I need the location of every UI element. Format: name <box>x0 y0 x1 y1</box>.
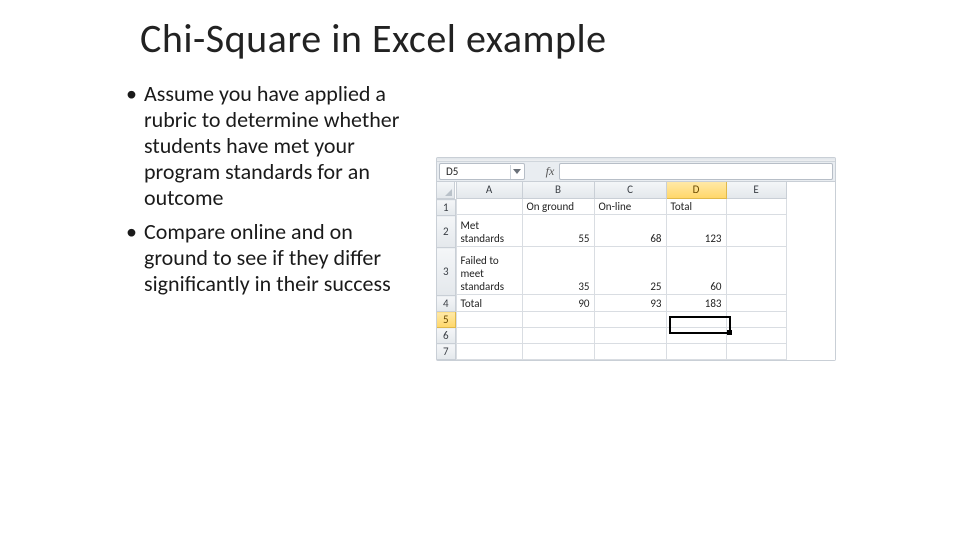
grid-wrap: 1 2 3 4 5 6 7 A <box>437 182 835 360</box>
table-row: Failed to meet standards 35 25 60 <box>456 247 786 295</box>
body-row: Assume you have applied a rubric to dete… <box>120 81 840 361</box>
cell[interactable] <box>726 214 786 246</box>
cell[interactable]: 35 <box>522 247 594 295</box>
name-box-dropdown-icon[interactable] <box>510 165 522 179</box>
cell[interactable]: Total <box>456 295 522 311</box>
cell[interactable] <box>456 311 522 327</box>
cell[interactable]: 25 <box>594 247 666 295</box>
name-box[interactable]: D5 <box>439 163 525 180</box>
table-row <box>456 327 786 343</box>
cell[interactable] <box>666 327 726 343</box>
cell[interactable]: Failed to meet standards <box>456 247 522 295</box>
cell[interactable] <box>594 327 666 343</box>
table-row: Total 90 93 183 <box>456 295 786 311</box>
cell[interactable]: On-line <box>594 198 666 214</box>
table-row <box>456 311 786 327</box>
excel-screenshot: D5 fx 1 2 <box>436 157 836 361</box>
cell[interactable] <box>666 343 726 359</box>
cell[interactable]: Met standards <box>456 214 522 246</box>
bullet-item: Compare online and on ground to see if t… <box>126 219 420 297</box>
cell[interactable] <box>522 311 594 327</box>
bullet-item: Assume you have applied a rubric to dete… <box>126 81 420 211</box>
select-all-corner[interactable] <box>437 182 455 199</box>
cell[interactable]: 93 <box>594 295 666 311</box>
slide-title: Chi-Square in Excel example <box>140 14 840 63</box>
row-header[interactable]: 3 <box>437 248 455 296</box>
cell[interactable] <box>726 327 786 343</box>
column-header-row: A B C D E <box>456 182 786 198</box>
cell[interactable] <box>456 327 522 343</box>
cell[interactable] <box>726 247 786 295</box>
cell[interactable]: 183 <box>666 295 726 311</box>
slide: Chi-Square in Excel example Assume you h… <box>0 0 960 540</box>
row-header[interactable]: 4 <box>437 296 455 312</box>
cell[interactable]: On ground <box>522 198 594 214</box>
cell[interactable]: 55 <box>522 214 594 246</box>
cell[interactable] <box>522 343 594 359</box>
table-row: On ground On-line Total <box>456 198 786 214</box>
row-header[interactable]: 1 <box>437 200 455 216</box>
cell[interactable]: 123 <box>666 214 726 246</box>
formula-bar-row: D5 fx <box>437 162 835 182</box>
column-header[interactable]: A <box>456 182 522 198</box>
name-box-value: D5 <box>446 165 458 178</box>
cell[interactable] <box>726 198 786 214</box>
cell[interactable]: 90 <box>522 295 594 311</box>
cell[interactable] <box>726 343 786 359</box>
column-header[interactable]: C <box>594 182 666 198</box>
cell[interactable]: Total <box>666 198 726 214</box>
column-header[interactable]: E <box>726 182 786 198</box>
formula-bar-input[interactable] <box>559 163 833 180</box>
cell[interactable] <box>726 311 786 327</box>
row-header[interactable]: 5 <box>437 312 455 328</box>
row-header[interactable]: 2 <box>437 216 455 248</box>
row-header[interactable]: 7 <box>437 344 455 360</box>
fx-icon[interactable]: fx <box>541 163 559 180</box>
cell[interactable] <box>594 343 666 359</box>
table-row <box>456 343 786 359</box>
cell[interactable]: 60 <box>666 247 726 295</box>
column-header[interactable]: D <box>666 182 726 198</box>
cell[interactable] <box>666 311 726 327</box>
cell[interactable] <box>522 327 594 343</box>
bullet-list: Assume you have applied a rubric to dete… <box>120 81 420 305</box>
column-header[interactable]: B <box>522 182 594 198</box>
cell[interactable] <box>594 311 666 327</box>
cell[interactable] <box>456 343 522 359</box>
table-row: Met standards 55 68 123 <box>456 214 786 246</box>
row-header[interactable]: 6 <box>437 328 455 344</box>
cell[interactable] <box>726 295 786 311</box>
cell[interactable]: 68 <box>594 214 666 246</box>
cell[interactable] <box>456 198 522 214</box>
